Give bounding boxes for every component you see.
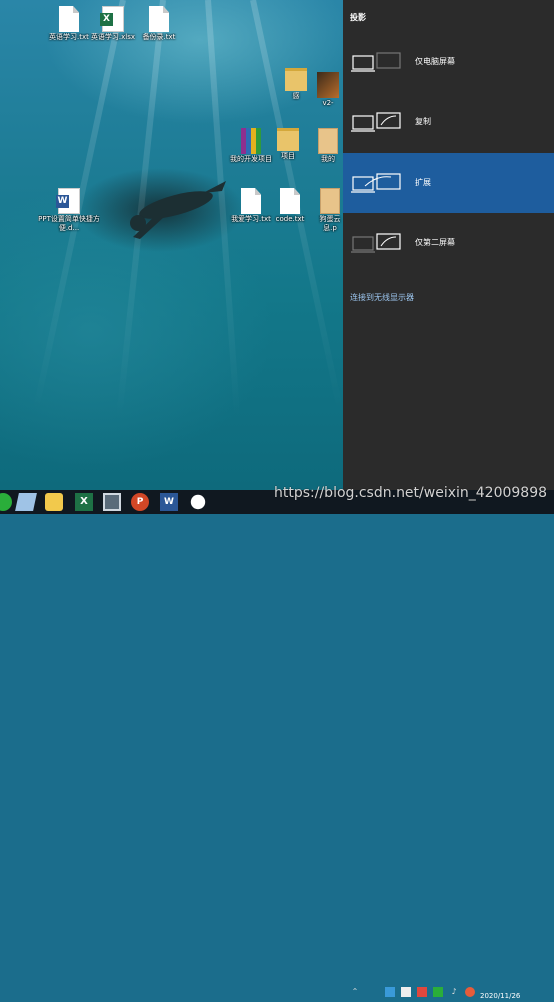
wechat-icon	[190, 494, 206, 510]
excel-icon: X	[75, 493, 93, 511]
option-label: 仅电脑屏幕	[415, 57, 455, 66]
desktop-icon[interactable]: W PPT设置简单快捷方便.d...	[38, 188, 100, 233]
desktop-wallpaper: 英语学习.txt X 英语学习.xlsx 备份录.txt 感 v2- 我的开发项…	[0, 0, 343, 490]
option-label: 复制	[415, 117, 431, 126]
option-duplicate[interactable]: 复制	[343, 92, 554, 152]
desktop-icon[interactable]: 项目	[266, 128, 310, 161]
powerpoint-icon: P	[131, 493, 149, 511]
wechat-like-green-icon	[0, 493, 12, 511]
connect-wireless-display-link[interactable]: 连接到无线显示器	[350, 292, 414, 303]
swimmer-silhouette	[130, 181, 226, 239]
pc-screen-only-icon	[351, 52, 401, 72]
document-file-icon	[320, 188, 340, 214]
icon-label: PPT设置简单快捷方便.d...	[38, 215, 100, 232]
text-file-icon	[241, 188, 261, 214]
taskbar-app-button[interactable]: X	[75, 493, 93, 511]
image-file-icon	[317, 72, 339, 98]
tray-app-icon[interactable]	[401, 987, 411, 997]
watermark: https://blog.csdn.net/weixin_42009898	[274, 485, 548, 501]
tray-app-icon[interactable]	[417, 987, 427, 997]
document-file-icon	[318, 128, 338, 154]
paint-icon	[45, 493, 63, 511]
icon-label: 我的	[321, 155, 335, 163]
extend-icon	[351, 173, 401, 193]
option-pc-screen-only[interactable]: 仅电脑屏幕	[343, 32, 554, 92]
tray-app-icon[interactable]	[385, 987, 395, 997]
taskbar-date[interactable]: 2020/11/26	[480, 992, 520, 1000]
archive-file-icon	[241, 128, 261, 154]
taskbar-app-button[interactable]	[45, 493, 63, 511]
folder-icon	[285, 68, 307, 91]
taskbar-app-button[interactable]	[103, 493, 121, 511]
taskbar-app-button[interactable]	[0, 493, 12, 511]
text-file-icon	[149, 6, 169, 32]
excel-file-icon: X	[100, 6, 124, 32]
calculator-icon	[103, 493, 121, 511]
project-panel: 投影 仅电脑屏幕 复制 扩展 仅第二屏幕 连接到无线显示器	[343, 0, 554, 490]
desktop-icon[interactable]: v2-	[312, 72, 343, 108]
icon-label: v2-	[322, 99, 334, 107]
desktop-icon[interactable]: code.txt	[268, 188, 312, 224]
duplicate-icon	[351, 112, 401, 132]
notes-icon	[15, 493, 37, 511]
icon-label: 备份录.txt	[142, 33, 176, 41]
second-screen-only-icon	[351, 233, 401, 253]
tray-app-icon[interactable]	[465, 987, 475, 997]
word-file-icon: W	[56, 188, 80, 214]
desktop-icon[interactable]: 狗蛋云息.p	[316, 188, 343, 233]
option-label: 仅第二屏幕	[415, 238, 455, 247]
text-file-icon	[59, 6, 79, 32]
desktop-icon[interactable]: 我的	[312, 128, 343, 164]
folder-icon	[277, 128, 299, 151]
sound-icon[interactable]: ♪	[449, 987, 459, 997]
taskbar-app-button[interactable]: W	[160, 493, 178, 511]
taskbar-app-button[interactable]	[15, 493, 37, 511]
system-tray: ⌃ ♪	[345, 984, 554, 1002]
taskbar-app-button[interactable]	[189, 493, 207, 511]
people-icon[interactable]: ⌃	[350, 987, 360, 997]
option-extend[interactable]: 扩展	[343, 153, 554, 213]
text-file-icon	[280, 188, 300, 214]
desktop-icon[interactable]: 备份录.txt	[130, 6, 188, 42]
option-label: 扩展	[415, 178, 431, 187]
option-second-screen-only[interactable]: 仅第二屏幕	[343, 213, 554, 273]
taskbar-app-button[interactable]: P	[131, 493, 149, 511]
tray-app-icon[interactable]	[433, 987, 443, 997]
word-icon: W	[160, 493, 178, 511]
icon-label: 狗蛋云息.p	[319, 215, 341, 232]
panel-title: 投影	[350, 13, 366, 22]
icon-label: code.txt	[275, 215, 305, 223]
icon-label: 项目	[281, 152, 295, 160]
